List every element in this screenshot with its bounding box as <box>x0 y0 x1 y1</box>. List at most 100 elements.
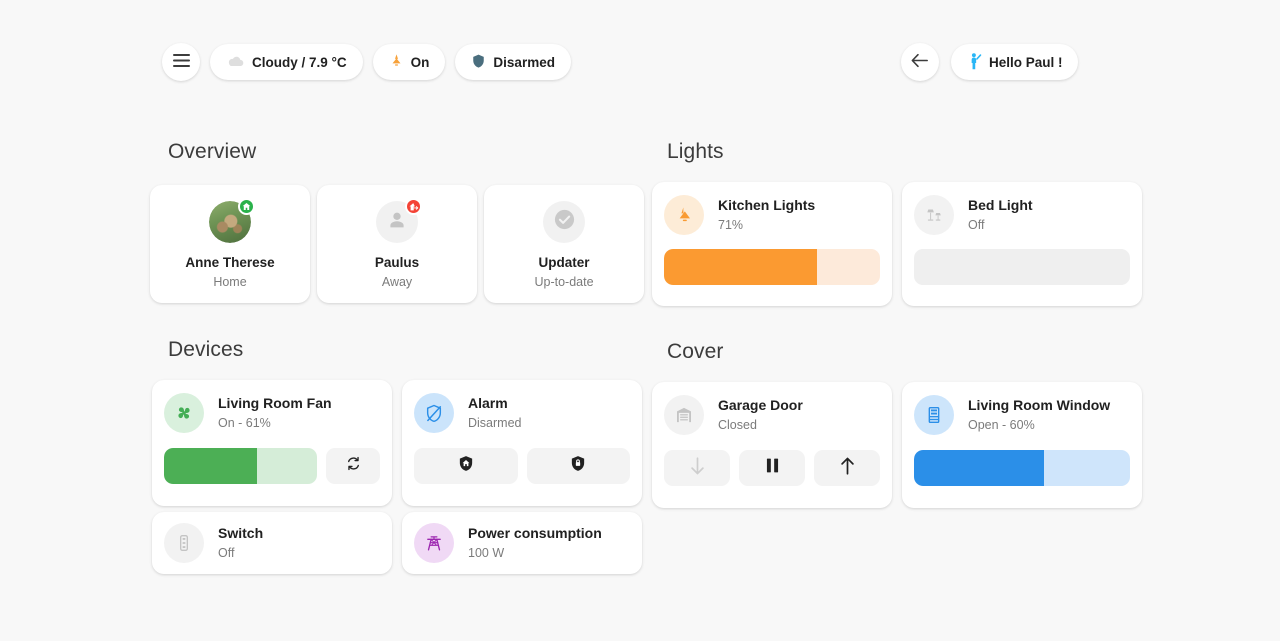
avatar-circle <box>543 201 585 243</box>
ceiling-light-icon <box>389 53 404 71</box>
lamps-icon <box>914 195 954 235</box>
garage-icon <box>664 395 704 435</box>
device-card-switch[interactable]: Switch Off <box>152 512 392 574</box>
weather-chip[interactable]: Cloudy / 7.9 °C <box>210 44 363 80</box>
entity-name: Kitchen Lights <box>718 196 816 213</box>
entity-name: Bed Light <box>968 196 1033 213</box>
position-slider-living-room-window[interactable] <box>914 450 1130 486</box>
entity-name: Living Room Window <box>968 396 1111 413</box>
entity-state: 71% <box>718 217 744 232</box>
brightness-slider-bed-light[interactable] <box>914 249 1130 285</box>
lights-status-label: On <box>410 54 430 70</box>
cover-open-button[interactable] <box>814 450 880 486</box>
toggle-switch-icon <box>164 523 204 563</box>
person-card-updater[interactable]: Updater Up-to-date <box>484 185 644 303</box>
card-text: Switch Off <box>218 524 263 562</box>
card-header: Kitchen Lights 71% <box>652 182 892 235</box>
speed-slider-living-room-fan[interactable] <box>164 448 317 484</box>
back-button[interactable] <box>900 43 939 81</box>
cover-card-living-room-window[interactable]: Living Room Window Open - 60% <box>902 382 1142 508</box>
person-name: Updater <box>538 255 590 270</box>
arm-home-button[interactable] <box>414 448 518 484</box>
avatar <box>209 198 255 243</box>
card-header: Living Room Fan On - 61% <box>152 380 392 433</box>
greeting-label: Hello Paul ! <box>988 54 1063 70</box>
lights-status-chip[interactable]: On <box>372 44 446 80</box>
device-card-living-room-fan[interactable]: Living Room Fan On - 61% <box>152 380 392 506</box>
check-circle-icon <box>552 207 577 237</box>
card-header: Garage Door Closed <box>652 382 892 435</box>
fan-oscillate-button[interactable] <box>326 448 380 484</box>
device-card-power-consumption[interactable]: Power consumption 100 W <box>402 512 642 574</box>
person-name: Paulus <box>374 255 420 270</box>
person-icon <box>386 209 408 236</box>
device-card-alarm[interactable]: Alarm Disarmed <box>402 380 642 506</box>
card-header: Switch Off <box>152 512 392 563</box>
dashboard-root: Cloudy / 7.9 °C On Disarmed Hello Paul !… <box>0 0 1280 641</box>
entity-name: Switch <box>218 524 264 541</box>
control-row <box>664 450 880 486</box>
cloud-icon <box>226 54 245 71</box>
window-shutter-icon <box>914 395 954 435</box>
entity-name: Alarm <box>468 394 508 411</box>
person-state: Away <box>381 275 413 289</box>
card-header: Power consumption 100 W <box>402 512 642 563</box>
entity-name: Power consumption <box>468 524 602 541</box>
shield-home-icon <box>457 454 475 478</box>
fan-icon <box>164 393 204 433</box>
arm-away-button[interactable] <box>526 448 630 484</box>
section-title-overview: Overview <box>168 140 257 163</box>
entity-state: 100 W <box>468 545 505 560</box>
person-card-anne-therese[interactable]: Anne Therese Home <box>150 185 310 303</box>
alarm-status-label: Disarmed <box>493 54 555 70</box>
shield-icon <box>471 53 486 72</box>
weather-label: Cloudy / 7.9 °C <box>252 54 347 70</box>
header-left-group: Cloudy / 7.9 °C On Disarmed <box>162 43 571 81</box>
section-title-cover: Cover <box>667 340 724 363</box>
entity-state: Off <box>968 217 985 232</box>
entity-name: Garage Door <box>718 396 803 413</box>
cover-close-button[interactable] <box>664 450 730 486</box>
card-text: Living Room Fan On - 61% <box>218 394 332 432</box>
cover-stop-button[interactable] <box>739 450 805 486</box>
person-name: Anne Therese <box>185 255 275 270</box>
entity-state: Disarmed <box>468 415 522 430</box>
ceiling-light-icon <box>664 195 704 235</box>
person-card-paulus[interactable]: Paulus Away <box>317 185 477 303</box>
cover-card-garage-door[interactable]: Garage Door Closed <box>652 382 892 508</box>
transmission-tower-icon <box>414 523 454 563</box>
section-title-lights: Lights <box>667 140 724 163</box>
card-text: Alarm Disarmed <box>468 394 522 432</box>
brightness-slider-kitchen-lights[interactable] <box>664 249 880 285</box>
alarm-status-chip[interactable]: Disarmed <box>455 44 571 80</box>
person-state: Up-to-date <box>534 275 594 289</box>
control-row <box>414 448 630 484</box>
shield-lock-icon <box>569 454 587 478</box>
entity-state: Closed <box>718 417 757 432</box>
top-header: Cloudy / 7.9 °C On Disarmed Hello Paul ! <box>162 43 1118 81</box>
card-header: Bed Light Off <box>902 182 1142 235</box>
light-card-bed-light[interactable]: Bed Light Off <box>902 182 1142 306</box>
hamburger-menu-button[interactable] <box>162 43 200 81</box>
hamburger-menu-icon <box>172 54 190 70</box>
entity-state: On - 61% <box>218 415 271 430</box>
card-text: Bed Light Off <box>968 196 1033 234</box>
home-export-badge <box>405 198 422 215</box>
header-right-group: Hello Paul ! <box>900 43 1079 81</box>
home-badge <box>238 198 255 215</box>
greeting-chip[interactable]: Hello Paul ! <box>950 44 1079 80</box>
rotate-refresh-icon <box>345 455 362 477</box>
back-arrow-icon <box>911 53 929 71</box>
human-greeting-icon <box>967 52 982 73</box>
section-title-devices: Devices <box>168 338 244 361</box>
card-header: Alarm Disarmed <box>402 380 642 433</box>
card-text: Kitchen Lights 71% <box>718 196 815 234</box>
avatar <box>543 201 585 243</box>
pause-icon <box>766 458 779 478</box>
light-card-kitchen-lights[interactable]: Kitchen Lights 71% <box>652 182 892 306</box>
control-row <box>164 448 380 484</box>
arrow-down-icon <box>690 456 705 480</box>
card-text: Garage Door Closed <box>718 396 803 434</box>
person-state: Home <box>213 275 247 289</box>
avatar <box>376 198 422 243</box>
